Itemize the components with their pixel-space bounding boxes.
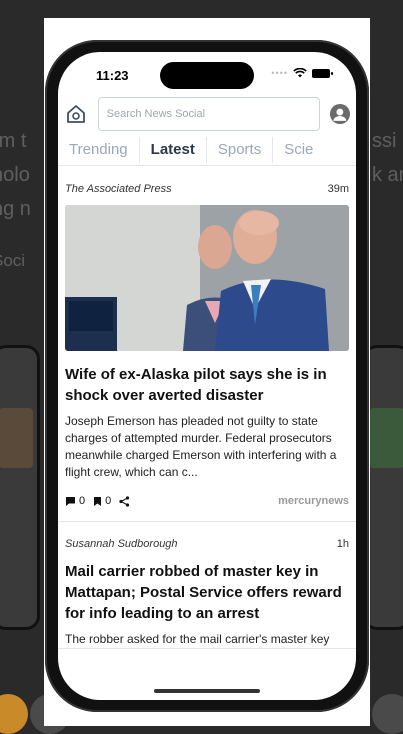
user-avatar-icon[interactable]	[330, 104, 350, 124]
article-age: 39m	[327, 183, 349, 195]
article-action-group: 0 0	[65, 495, 130, 507]
article-meta: Susannah Sudborough 1h	[65, 536, 349, 552]
category-tabs: Trending Latest Sports Scie	[58, 134, 356, 166]
article-publisher[interactable]: mercurynews	[278, 495, 349, 507]
tab-science[interactable]: Scie	[273, 137, 324, 163]
article-source: Susannah Sudborough	[65, 538, 178, 550]
bookmark-count: 0	[105, 495, 112, 507]
article-image[interactable]	[65, 205, 349, 351]
article-card[interactable]: The Associated Press 39m Wife of ex-Alas…	[58, 167, 356, 522]
comment-count: 0	[79, 495, 86, 507]
tab-trending[interactable]: Trending	[58, 136, 140, 163]
bookmark-icon	[94, 496, 102, 506]
home-indicator[interactable]	[154, 689, 260, 693]
share-button[interactable]	[119, 495, 130, 507]
background-text: ssi	[372, 130, 397, 152]
cellular-dots-icon: ••••	[271, 68, 288, 78]
share-icon	[119, 495, 130, 507]
article-card[interactable]: Susannah Sudborough 1h Mail carrier robb…	[58, 522, 356, 649]
status-bar: 11:23 ••••	[58, 52, 356, 96]
background-text: k an	[372, 164, 403, 186]
background-text: Soci	[0, 251, 26, 270]
article-source: The Associated Press	[65, 183, 172, 195]
bookmark-button[interactable]: 0	[93, 495, 111, 507]
search-box[interactable]	[97, 97, 321, 131]
battery-icon	[312, 68, 333, 78]
article-headline[interactable]: Mail carrier robbed of master key in Mat…	[65, 561, 349, 624]
tab-latest[interactable]: Latest	[140, 136, 207, 163]
background-thumbnail	[372, 694, 403, 734]
background-phone-left	[0, 345, 40, 630]
tab-sports[interactable]: Sports	[207, 136, 274, 163]
status-time: 11:23	[96, 68, 129, 83]
background-text: rm t	[0, 130, 27, 152]
article-age: 1h	[336, 538, 349, 550]
app-header	[58, 96, 356, 132]
home-icon[interactable]	[64, 102, 88, 126]
comment-button[interactable]: 0	[65, 495, 85, 507]
article-headline[interactable]: Wife of ex-Alaska pilot says she is in s…	[65, 364, 349, 406]
comment-icon	[66, 496, 75, 506]
article-actions: 0 0 mercurynews	[65, 481, 349, 521]
search-input[interactable]	[106, 108, 320, 120]
article-summary: The robber asked for the mail carrier's …	[65, 632, 330, 646]
background-text: ng n	[0, 198, 31, 220]
dynamic-island	[160, 62, 254, 89]
wifi-icon	[293, 68, 307, 78]
background-thumbnail	[0, 694, 28, 734]
news-feed[interactable]: The Associated Press 39m Wife of ex-Alas…	[58, 167, 356, 678]
article-meta: The Associated Press 39m	[65, 181, 349, 197]
article-summary: Joseph Emerson has pleaded not guilty to…	[65, 414, 337, 479]
background-text: nolo	[0, 164, 30, 186]
phone-screen: 11:23 •••• T	[58, 52, 356, 700]
status-icons: ••••	[271, 68, 333, 78]
